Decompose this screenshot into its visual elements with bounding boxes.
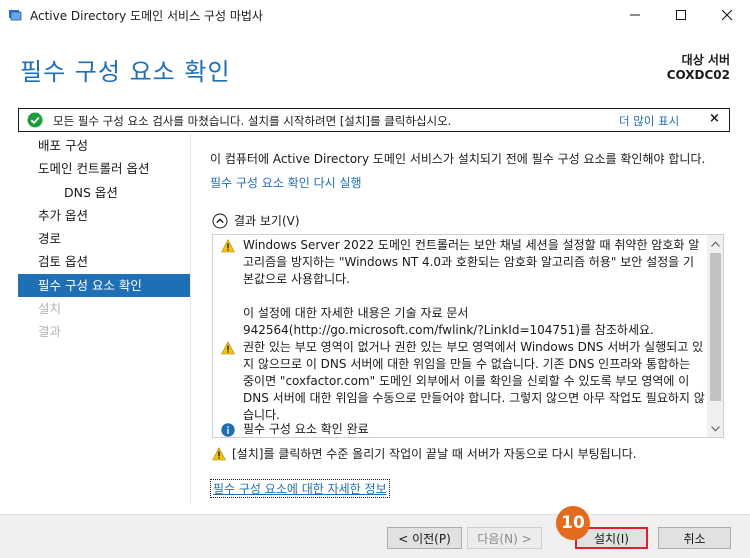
target-server-label: 대상 서버: [681, 53, 730, 67]
show-more-link[interactable]: 더 많이 표시: [619, 113, 679, 129]
prerequisites-more-info-link[interactable]: 필수 구성 요소에 대한 자세한 정보: [210, 479, 390, 498]
warning-icon: [221, 341, 235, 355]
sidebar-item-dns-options[interactable]: DNS 옵션: [18, 181, 190, 204]
sidebar-item-domain-controller-options[interactable]: 도메인 컨트롤러 옵션: [18, 157, 190, 180]
minimize-icon: [630, 14, 640, 16]
maximize-icon: [676, 10, 686, 20]
step-number-badge: 10: [556, 506, 590, 540]
result-text-detail: 이 설정에 대한 자세한 내용은 기술 자료 문서 942564(http://…: [243, 306, 654, 337]
warning-icon: [221, 239, 235, 253]
sidebar-item-deployment-configuration[interactable]: 배포 구성: [18, 134, 190, 157]
notification-bar: 모든 필수 구성 요소 검사를 마쳤습니다. 설치를 시작하려면 [설치]를 클…: [18, 108, 730, 132]
scroll-down-button[interactable]: [707, 420, 723, 437]
scroll-thumb[interactable]: [710, 253, 721, 401]
list-item: 필수 구성 요소 확인 완료: [221, 421, 705, 437]
notification-close-icon[interactable]: ×: [709, 111, 720, 126]
window-title: Active Directory 도메인 서비스 구성 마법사: [30, 9, 263, 23]
previous-button[interactable]: < 이전(P): [387, 527, 462, 549]
results-scrollbar[interactable]: [707, 235, 723, 437]
maximize-button[interactable]: [658, 0, 704, 30]
scroll-up-button[interactable]: [707, 235, 723, 252]
minimize-button[interactable]: [612, 0, 658, 30]
result-text: 권한 있는 부모 영역이 없거나 권한 있는 부모 영역에서 Windows D…: [243, 340, 705, 422]
next-button: 다음(N) >: [467, 527, 542, 549]
info-icon: [221, 423, 235, 437]
result-text: 필수 구성 요소 확인 완료: [243, 422, 369, 436]
results-panel[interactable]: Windows Server 2022 도메인 컨트롤러는 보안 채널 세션을 …: [212, 234, 724, 438]
rerun-prerequisites-link[interactable]: 필수 구성 요소 확인 다시 실행: [210, 174, 362, 191]
reboot-warning: [설치]를 클릭하면 수준 올리기 작업이 끝날 때 서버가 자동으로 다시 부…: [212, 445, 637, 462]
list-item: 권한 있는 부모 영역이 없거나 권한 있는 부모 영역에서 Windows D…: [221, 339, 705, 424]
sidebar-item-paths[interactable]: 경로: [18, 227, 190, 250]
page-title: 필수 구성 요소 확인: [20, 58, 231, 86]
chevron-up-icon: [711, 240, 720, 247]
results-list: Windows Server 2022 도메인 컨트롤러는 보안 채널 세션을 …: [213, 235, 707, 437]
list-item: Windows Server 2022 도메인 컨트롤러는 보안 채널 세션을 …: [221, 237, 705, 339]
sidebar-item-results: 결과: [38, 324, 62, 340]
cancel-button[interactable]: 취소: [658, 527, 731, 549]
view-results-label: 결과 보기(V): [234, 214, 300, 228]
close-icon: [721, 9, 733, 21]
reboot-warning-text: [설치]를 클릭하면 수준 올리기 작업이 끝날 때 서버가 자동으로 다시 부…: [232, 447, 637, 461]
sidebar-item-prerequisites-check[interactable]: 필수 구성 요소 확인: [18, 273, 190, 298]
warning-icon: [212, 446, 226, 460]
view-results-toggle[interactable]: 결과 보기(V): [212, 212, 300, 229]
sidebar-item-review-options[interactable]: 검토 옵션: [18, 250, 190, 273]
wizard-header: 필수 구성 요소 확인 대상 서버 COXDC02: [0, 30, 750, 100]
wizard-navigation: 배포 구성 도메인 컨트롤러 옵션 DNS 옵션 추가 옵션 경로 검토 옵션 …: [18, 134, 190, 344]
sidebar-item-installation: 설치: [38, 301, 62, 317]
wizard-footer: < 이전(P) 다음(N) > 설치(I) 취소: [0, 514, 750, 558]
chevron-up-icon: [212, 213, 228, 228]
intro-text: 이 컴퓨터에 Active Directory 도메인 서비스가 설치되기 전에…: [210, 152, 706, 166]
notification-text: 모든 필수 구성 요소 검사를 마쳤습니다. 설치를 시작하려면 [설치]를 클…: [53, 114, 452, 128]
sidebar-divider: [190, 134, 191, 504]
chevron-down-icon: [711, 425, 720, 432]
title-bar: Active Directory 도메인 서비스 구성 마법사: [0, 0, 750, 30]
success-check-icon: [27, 112, 43, 128]
target-server-name: COXDC02: [666, 68, 730, 82]
close-window-button[interactable]: [704, 0, 750, 30]
ad-server-icon: [9, 10, 22, 21]
sidebar-item-additional-options[interactable]: 추가 옵션: [18, 204, 190, 227]
result-text: Windows Server 2022 도메인 컨트롤러는 보안 채널 세션을 …: [243, 238, 700, 286]
